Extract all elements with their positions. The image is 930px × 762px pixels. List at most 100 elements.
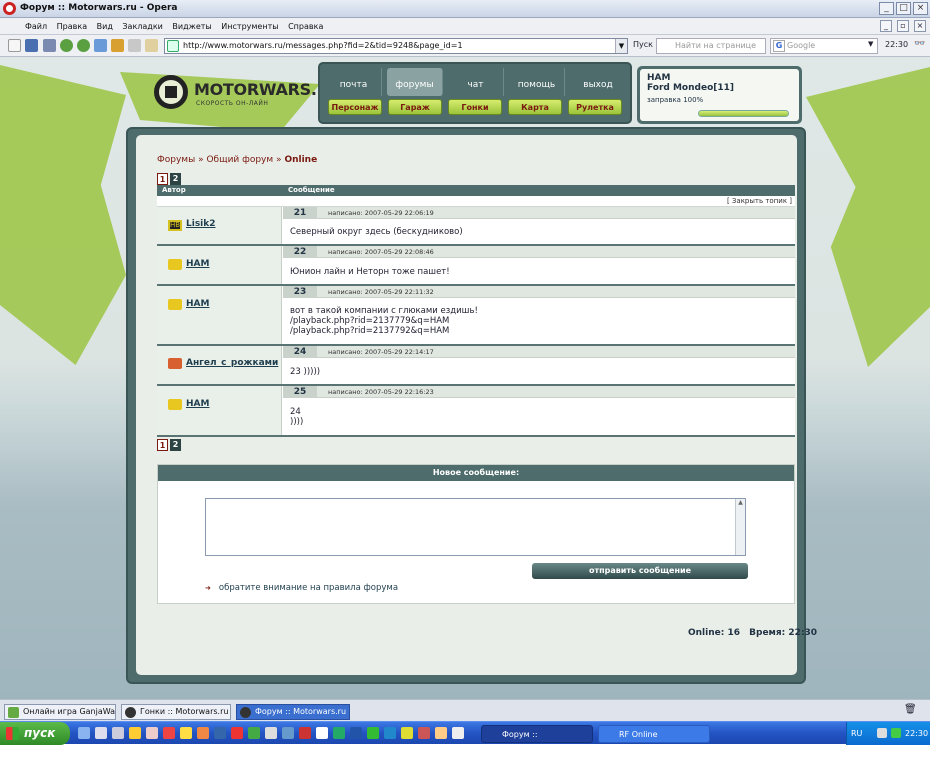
home-icon[interactable] [128,39,141,52]
google-placeholder: Google [787,41,816,50]
nav-character-button[interactable]: Персонаж [328,99,382,115]
task-forum-window[interactable]: Форум :: Motorwars.... [481,725,593,757]
page-link-2[interactable]: 2 [170,173,181,185]
pen-icon[interactable] [145,39,158,52]
tab-forum[interactable]: Форум :: Motorwars.ru [236,704,350,720]
wand-icon[interactable] [111,39,124,52]
quicklaunch-icon[interactable] [316,727,328,739]
breadcrumb-general[interactable]: Общий форум [206,155,273,165]
post-date: написано: 2007-05-29 22:16:23 [328,388,434,396]
nav-races-button[interactable]: Гонки [448,99,502,115]
quicklaunch-icon[interactable] [401,727,413,739]
zoom-icon[interactable]: 👓 [914,39,925,49]
find-in-page-input[interactable]: Найти на странице [656,38,766,54]
tab-minimize-button[interactable]: _ [880,20,892,32]
go-label[interactable]: Пуск [633,40,653,49]
quicklaunch-icon[interactable] [78,727,90,739]
breadcrumb-forums[interactable]: Форумы [157,155,195,165]
quicklaunch-icon[interactable] [265,727,277,739]
nav-chat[interactable]: чат [448,68,504,96]
menu-edit[interactable]: Правка [57,18,87,35]
nav-forums[interactable]: форумы [387,68,443,96]
forward-icon[interactable] [77,39,90,52]
arrow-bullet-icon: ➜ [205,584,211,592]
page-link-1[interactable]: 1 [157,173,168,185]
quicklaunch-icon[interactable] [418,727,430,739]
post-text-line: вот в такой компании с глюками ездишь! [290,306,478,316]
textarea-scrollbar[interactable]: ▲ [735,499,745,555]
save-icon[interactable] [25,39,38,52]
author-link[interactable]: Lisik2 [186,219,216,229]
send-message-button[interactable]: отправить сообщение [532,563,748,579]
language-indicator[interactable]: RU [851,722,862,745]
quicklaunch-icon[interactable] [180,727,192,739]
close-topic-link[interactable]: [ Закрыть топик ] [727,197,792,205]
maximize-button[interactable]: □ [896,2,911,15]
quicklaunch-icon[interactable] [384,727,396,739]
search-dropdown-icon[interactable]: ▼ [868,40,873,48]
menu-help[interactable]: Справка [288,18,323,35]
quicklaunch-icon[interactable] [248,727,260,739]
rules-link[interactable]: обратите внимание на правила форума [219,583,398,593]
author-link[interactable]: HAM [186,299,209,309]
nav-garage-button[interactable]: Гараж [388,99,442,115]
quicklaunch-icon[interactable] [282,727,294,739]
quicklaunch-icon[interactable] [367,727,379,739]
tab-close-button[interactable]: × [914,20,926,32]
tab-restore-button[interactable]: ▫ [897,20,909,32]
nav-help[interactable]: помощь [509,68,565,96]
nav-exit[interactable]: выход [570,68,626,96]
start-button[interactable]: пуск [0,722,70,745]
page-link-2-bottom[interactable]: 2 [170,439,181,451]
tray-icon[interactable] [891,728,901,738]
message-textarea[interactable]: ▲ [205,498,746,556]
tab-ganjawars[interactable]: Онлайн игра GanjaWars.... [4,704,116,720]
online-count: Online: 16 [688,628,740,638]
menu-widgets[interactable]: Виджеты [172,18,211,35]
chevron-down-icon[interactable]: ▼ [615,39,627,53]
address-bar[interactable]: http://www.motorwars.ru/messages.php?fid… [164,38,628,54]
page-viewport: MOTORWARS.RU СКОРОСТЬ ОН-ЛАЙН почта фору… [0,57,930,699]
quicklaunch-icon[interactable] [350,727,362,739]
menu-bookmarks[interactable]: Закладки [122,18,162,35]
author-link[interactable]: HAM [186,259,209,269]
breadcrumb-current: Online [284,155,318,165]
page-link-1-bottom[interactable]: 1 [157,439,168,451]
print-icon[interactable] [43,39,56,52]
quicklaunch-icon[interactable] [163,727,175,739]
post-number: 24 [283,346,317,358]
close-button[interactable]: × [913,2,928,15]
menu-view[interactable]: Вид [97,18,113,35]
author-link[interactable]: Ангел_с_рожками [186,358,278,368]
rules-note: ➜ обратите внимание на правила форума [205,583,398,593]
site-logo[interactable]: MOTORWARS.RU СКОРОСТЬ ОН-ЛАЙН [150,67,342,117]
quicklaunch-icon[interactable] [435,727,447,739]
author-link[interactable]: HAM [186,399,209,409]
quicklaunch-icon[interactable] [299,727,311,739]
quicklaunch-icon[interactable] [333,727,345,739]
quicklaunch-icon[interactable] [231,727,243,739]
menu-file[interactable]: Файл [25,18,47,35]
task-rf-online[interactable]: RF Online [598,725,710,743]
nav-mail[interactable]: почта [326,68,382,96]
network-icon[interactable] [877,728,887,738]
quicklaunch-icon[interactable] [129,727,141,739]
quicklaunch-icon[interactable] [95,727,107,739]
menu-tools[interactable]: Инструменты [221,18,278,35]
google-search-input[interactable]: G Google [770,38,878,54]
user-name[interactable]: HAM [647,73,792,83]
reload-icon[interactable] [94,39,107,52]
quicklaunch-icon[interactable] [452,727,464,739]
quicklaunch-icon[interactable] [214,727,226,739]
ganjawars-icon [8,707,19,718]
quicklaunch-icon[interactable] [146,727,158,739]
nav-roulette-button[interactable]: Рулетка [568,99,622,115]
minimize-button[interactable]: _ [879,2,894,15]
tab-races[interactable]: Гонки :: Motorwars.ru [121,704,231,720]
new-page-icon[interactable] [8,39,21,52]
quicklaunch-icon[interactable] [112,727,124,739]
nav-map-button[interactable]: Карта [508,99,562,115]
back-icon[interactable] [60,39,73,52]
quicklaunch-icon[interactable] [197,727,209,739]
trash-icon[interactable]: 🗑 [904,704,917,715]
